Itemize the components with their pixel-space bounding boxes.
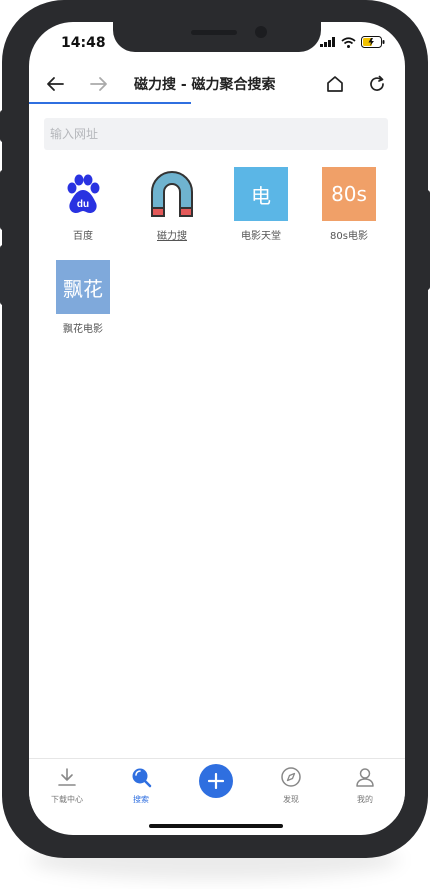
tab-mine[interactable]: 我的 [335, 765, 395, 805]
power-button [424, 190, 430, 290]
site-tile [145, 167, 199, 221]
tab-download-center[interactable]: 下载中心 [37, 765, 97, 805]
notch [113, 22, 321, 52]
home-icon [327, 76, 343, 92]
refresh-button[interactable] [363, 70, 391, 98]
wifi-icon [341, 36, 356, 48]
signal-icon [320, 37, 335, 47]
refresh-icon [370, 75, 384, 91]
magnet-icon [151, 171, 193, 217]
baidu-paw-icon: du [67, 174, 100, 213]
bottom-tab-bar: 下载中心 搜索 发现 我的 [29, 758, 405, 819]
site-label: 80s电影 [330, 231, 368, 242]
svg-text:du: du [77, 199, 89, 210]
site-shortcut-cilisou[interactable]: 磁力搜 [128, 167, 216, 242]
volume-up-button [0, 170, 6, 230]
front-camera [255, 26, 267, 38]
site-shortcut-80s[interactable]: 80s 80s电影 [305, 167, 393, 242]
silent-switch [0, 110, 6, 142]
forward-button[interactable] [85, 70, 113, 98]
add-button[interactable] [199, 764, 233, 798]
site-tile: du [56, 167, 110, 221]
tab-label: 搜索 [133, 795, 149, 804]
download-icon [58, 768, 76, 786]
arrow-right-icon [90, 77, 107, 91]
arrow-left-icon [47, 77, 64, 91]
page-title: 磁力搜 - 磁力聚合搜索 [134, 77, 276, 93]
notch-speaker [191, 30, 237, 35]
screen: 14:48 磁力搜 - 磁力聚合搜索 输入网址 du 百度 磁力搜 电 电影天堂… [29, 22, 405, 835]
tab-label: 下载中心 [51, 795, 83, 804]
search-icon [132, 768, 152, 788]
tab-discover[interactable]: 发现 [261, 765, 321, 805]
site-label: 百度 [73, 231, 93, 242]
url-input[interactable] [44, 118, 388, 150]
status-icons [320, 36, 385, 48]
tab-label: 发现 [283, 795, 299, 804]
site-label: 电影天堂 [241, 231, 281, 242]
back-button[interactable] [41, 70, 69, 98]
site-label: 飘花电影 [63, 324, 103, 335]
site-shortcut-baidu[interactable]: du 百度 [39, 167, 127, 242]
browser-nav-bar: 磁力搜 - 磁力聚合搜索 [29, 66, 405, 102]
page-load-progress-bar [29, 102, 191, 104]
site-tile: 飘花 [56, 260, 110, 314]
status-time: 14:48 [61, 35, 106, 51]
site-tile: 80s [322, 167, 376, 221]
tab-label: 我的 [357, 795, 373, 804]
phone-frame: 14:48 磁力搜 - 磁力聚合搜索 输入网址 du 百度 磁力搜 电 电影天堂… [0, 0, 430, 858]
home-indicator [149, 824, 283, 828]
plus-icon [208, 773, 224, 789]
tab-search[interactable]: 搜索 [111, 765, 171, 805]
site-shortcut-dianying-tiantang[interactable]: 电 电影天堂 [217, 167, 305, 242]
site-shortcut-piaohua[interactable]: 飘花 飘花电影 [39, 260, 127, 335]
user-icon [356, 768, 374, 787]
battery-icon [361, 36, 385, 48]
volume-down-button [0, 245, 6, 305]
home-button[interactable] [321, 70, 349, 98]
compass-icon [281, 767, 301, 787]
site-tile: 电 [234, 167, 288, 221]
site-label: 磁力搜 [157, 231, 187, 242]
